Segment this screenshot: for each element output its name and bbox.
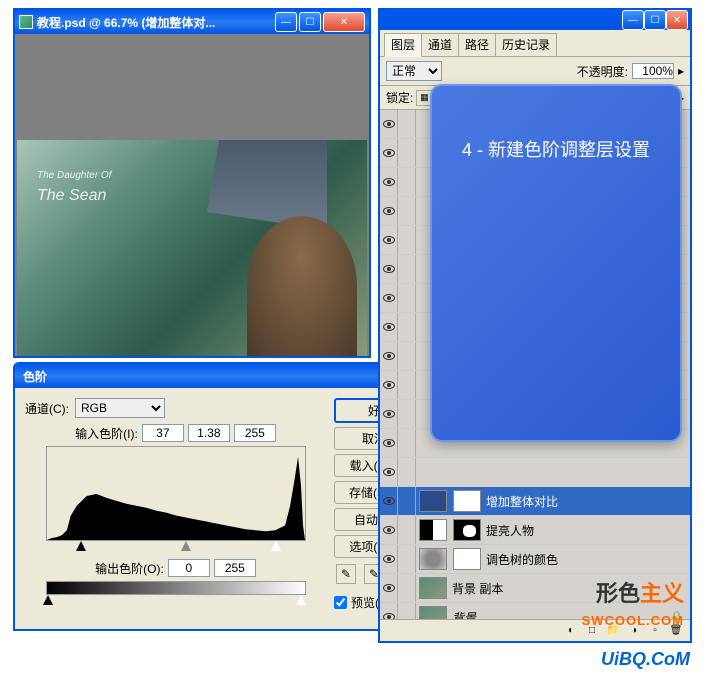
- panel-minimize-button[interactable]: —: [622, 10, 644, 30]
- document-titlebar[interactable]: 教程.psd @ 66.7% (增加整体对... — ☐ ✕: [15, 10, 369, 34]
- link-layers-icon[interactable]: [540, 622, 560, 640]
- panel-titlebar[interactable]: — ☐ ✕: [380, 10, 690, 30]
- eye-icon[interactable]: [383, 526, 395, 534]
- layer-style-icon[interactable]: ◐: [561, 622, 581, 640]
- output-black-field[interactable]: [168, 559, 210, 577]
- eye-icon[interactable]: [383, 352, 395, 360]
- document-icon: [19, 15, 33, 29]
- opacity-input[interactable]: [632, 63, 674, 79]
- channel-select[interactable]: RGB: [75, 398, 165, 418]
- watermark-brand: 形色主义: [596, 576, 684, 608]
- minimize-button[interactable]: —: [275, 12, 297, 32]
- blend-mode-select[interactable]: 正常: [386, 61, 442, 81]
- annotation-text: 4 - 新建色阶调整层设置: [432, 86, 680, 162]
- layer-row[interactable]: 调色树的颜色: [380, 545, 690, 574]
- input-slider[interactable]: [46, 541, 306, 555]
- layer-name[interactable]: 提亮人物: [484, 522, 690, 539]
- output-white-field[interactable]: [214, 559, 256, 577]
- input-white-field[interactable]: [234, 424, 276, 442]
- output-white-slider[interactable]: [296, 595, 306, 605]
- tab-history[interactable]: 历史记录: [495, 33, 557, 56]
- white-point-slider[interactable]: [271, 541, 281, 551]
- levels-titlebar[interactable]: 色阶 ✕: [15, 364, 424, 388]
- layer-row[interactable]: 提亮人物: [380, 516, 690, 545]
- eye-icon[interactable]: [383, 178, 395, 186]
- layer-thumb-icon[interactable]: [419, 519, 447, 541]
- levels-title: 色阶: [23, 368, 394, 385]
- eye-icon[interactable]: [383, 265, 395, 273]
- layer-name[interactable]: 增加整体对比: [484, 493, 690, 510]
- eye-icon[interactable]: [383, 381, 395, 389]
- output-levels-label: 输出色阶(O):: [95, 560, 164, 577]
- opacity-label: 不透明度:: [577, 63, 628, 80]
- layer-thumb-icon[interactable]: [419, 548, 447, 570]
- levels-dialog: 色阶 ✕ 通道(C): RGB 输入色阶(I):: [13, 362, 426, 631]
- layer-row[interactable]: 增加整体对比: [380, 487, 690, 516]
- gamma-slider[interactable]: [181, 541, 191, 551]
- watermark-domain: SWCOOL.COM: [582, 613, 684, 628]
- layer-thumb-icon[interactable]: [419, 490, 447, 512]
- output-slider[interactable]: [46, 595, 306, 609]
- black-eyedropper-icon[interactable]: ✎: [336, 564, 356, 584]
- document-window: 教程.psd @ 66.7% (增加整体对... — ☐ ✕ The Daugh…: [13, 8, 371, 358]
- eye-icon[interactable]: [383, 497, 395, 505]
- tab-channels[interactable]: 通道: [421, 33, 459, 56]
- maximize-button[interactable]: ☐: [299, 12, 321, 32]
- mask-thumb-icon[interactable]: [453, 548, 481, 570]
- mask-thumb-icon[interactable]: [453, 490, 481, 512]
- eye-icon[interactable]: [383, 207, 395, 215]
- eye-icon[interactable]: [383, 555, 395, 563]
- opacity-arrow-icon[interactable]: ▸: [678, 64, 684, 78]
- eye-icon[interactable]: [383, 149, 395, 157]
- eye-icon[interactable]: [383, 439, 395, 447]
- watermark-site: UiBQ.CoM: [601, 649, 690, 670]
- mask-thumb-icon[interactable]: [453, 519, 481, 541]
- document-title: 教程.psd @ 66.7% (增加整体对...: [37, 14, 275, 31]
- layer-row[interactable]: [380, 458, 690, 487]
- eye-icon[interactable]: [383, 294, 395, 302]
- panel-close-button[interactable]: ✕: [666, 10, 688, 30]
- input-black-field[interactable]: [142, 424, 184, 442]
- output-black-slider[interactable]: [43, 595, 53, 605]
- panel-maximize-button[interactable]: ☐: [644, 10, 666, 30]
- histogram: [46, 446, 306, 541]
- annotation-overlay: 4 - 新建色阶调整层设置: [430, 84, 682, 442]
- black-point-slider[interactable]: [76, 541, 86, 551]
- panel-tabs: 图层 通道 路径 历史记录: [380, 30, 690, 57]
- eye-icon[interactable]: [383, 236, 395, 244]
- tab-paths[interactable]: 路径: [458, 33, 496, 56]
- document-canvas[interactable]: The Daughter Of The Sean: [17, 36, 367, 354]
- tab-layers[interactable]: 图层: [384, 33, 422, 57]
- input-levels-label: 输入色阶(I):: [75, 425, 138, 442]
- channel-label: 通道(C):: [25, 400, 69, 417]
- lock-label: 锁定:: [386, 89, 413, 106]
- image-preview: The Daughter Of The Sean: [17, 140, 367, 356]
- eye-icon[interactable]: [383, 120, 395, 128]
- layer-name[interactable]: 调色树的颜色: [484, 551, 690, 568]
- layer-thumb-icon[interactable]: [419, 577, 447, 599]
- eye-icon[interactable]: [383, 410, 395, 418]
- close-button[interactable]: ✕: [323, 12, 365, 32]
- output-gradient: [46, 581, 306, 595]
- input-gamma-field[interactable]: [188, 424, 230, 442]
- eye-icon[interactable]: [383, 584, 395, 592]
- eye-icon[interactable]: [383, 323, 395, 331]
- eye-icon[interactable]: [383, 468, 395, 476]
